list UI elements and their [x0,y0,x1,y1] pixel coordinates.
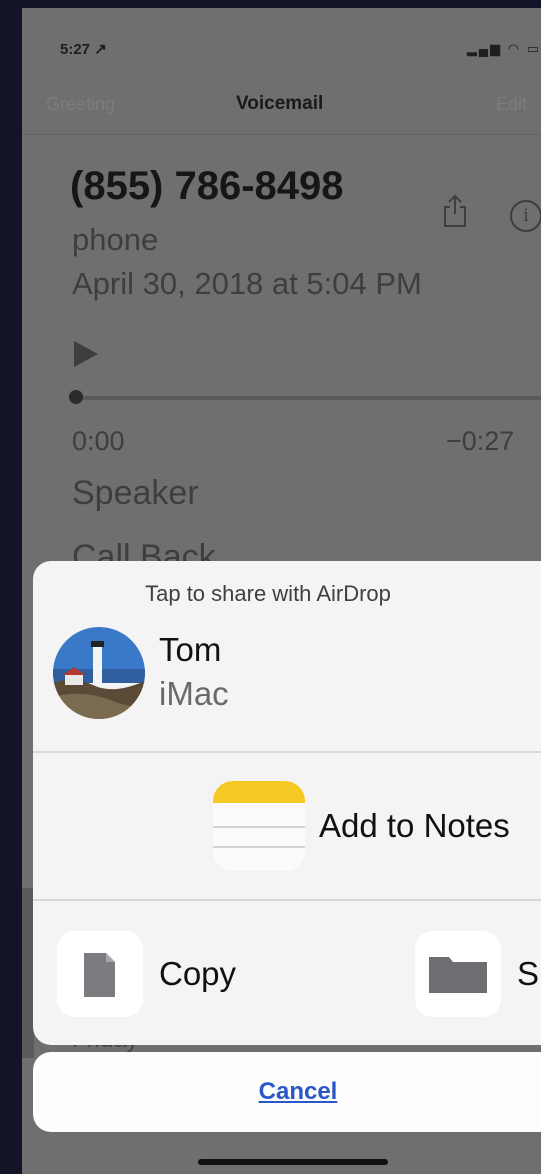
copy-action[interactable] [57,931,143,1017]
nav-title: Voicemail [236,93,324,114]
signal-icon: ▂▄▆ [466,41,503,56]
status-time: 5:27 ↗ [60,41,107,58]
voicemail-date: April 30, 2018 at 5:04 PM [72,266,422,301]
home-indicator[interactable] [198,1159,388,1165]
cancel-button[interactable]: Cancel [33,1052,541,1132]
voicemail-label: phone [72,222,159,257]
airdrop-hint: Tap to share with AirDrop [145,581,391,606]
play-icon[interactable] [74,341,98,367]
time-remaining: −0:27 [446,426,515,456]
scrubber-track[interactable] [74,396,541,400]
airdrop-contact-avatar[interactable] [53,627,145,719]
notes-icon [213,781,305,871]
divider [33,751,541,753]
phone-screen: 5:27 ↗ ▂▄▆ ◠ ▭ Greeting Voicemail Edit (… [22,8,541,1174]
nav-divider [22,134,541,135]
share-icon[interactable] [442,194,468,228]
copy-icon [84,953,115,997]
scrubber-knob[interactable] [69,390,83,404]
airdrop-contact-device: iMac [159,675,229,712]
divider [33,899,541,901]
copy-label[interactable]: Copy [159,955,236,993]
airdrop-contact-name[interactable]: Tom [159,631,221,669]
folder-icon [429,957,487,993]
info-icon[interactable]: i [510,200,541,232]
status-icons: ▂▄▆ ◠ ▭ [467,41,541,57]
notes-app-icon[interactable] [213,781,305,871]
share-sheet: Tap to share with AirDrop Tom iMac Add t… [33,561,541,1045]
speaker-button[interactable]: Speaker [72,474,199,513]
greeting-button[interactable]: Greeting [46,94,115,115]
save-to-files-action[interactable] [415,931,501,1017]
voicemail-number: (855) 786-8498 [70,164,344,208]
lighthouse-photo-icon [53,627,145,719]
cancel-label: Cancel [258,1078,338,1105]
time-elapsed: 0:00 [72,426,125,456]
save-to-files-label[interactable]: S [517,955,539,993]
battery-icon: ▭ [526,41,541,56]
add-to-notes-label[interactable]: Add to Notes [319,807,510,845]
wifi-icon: ◠ [507,41,522,56]
edit-button[interactable]: Edit [496,94,527,115]
